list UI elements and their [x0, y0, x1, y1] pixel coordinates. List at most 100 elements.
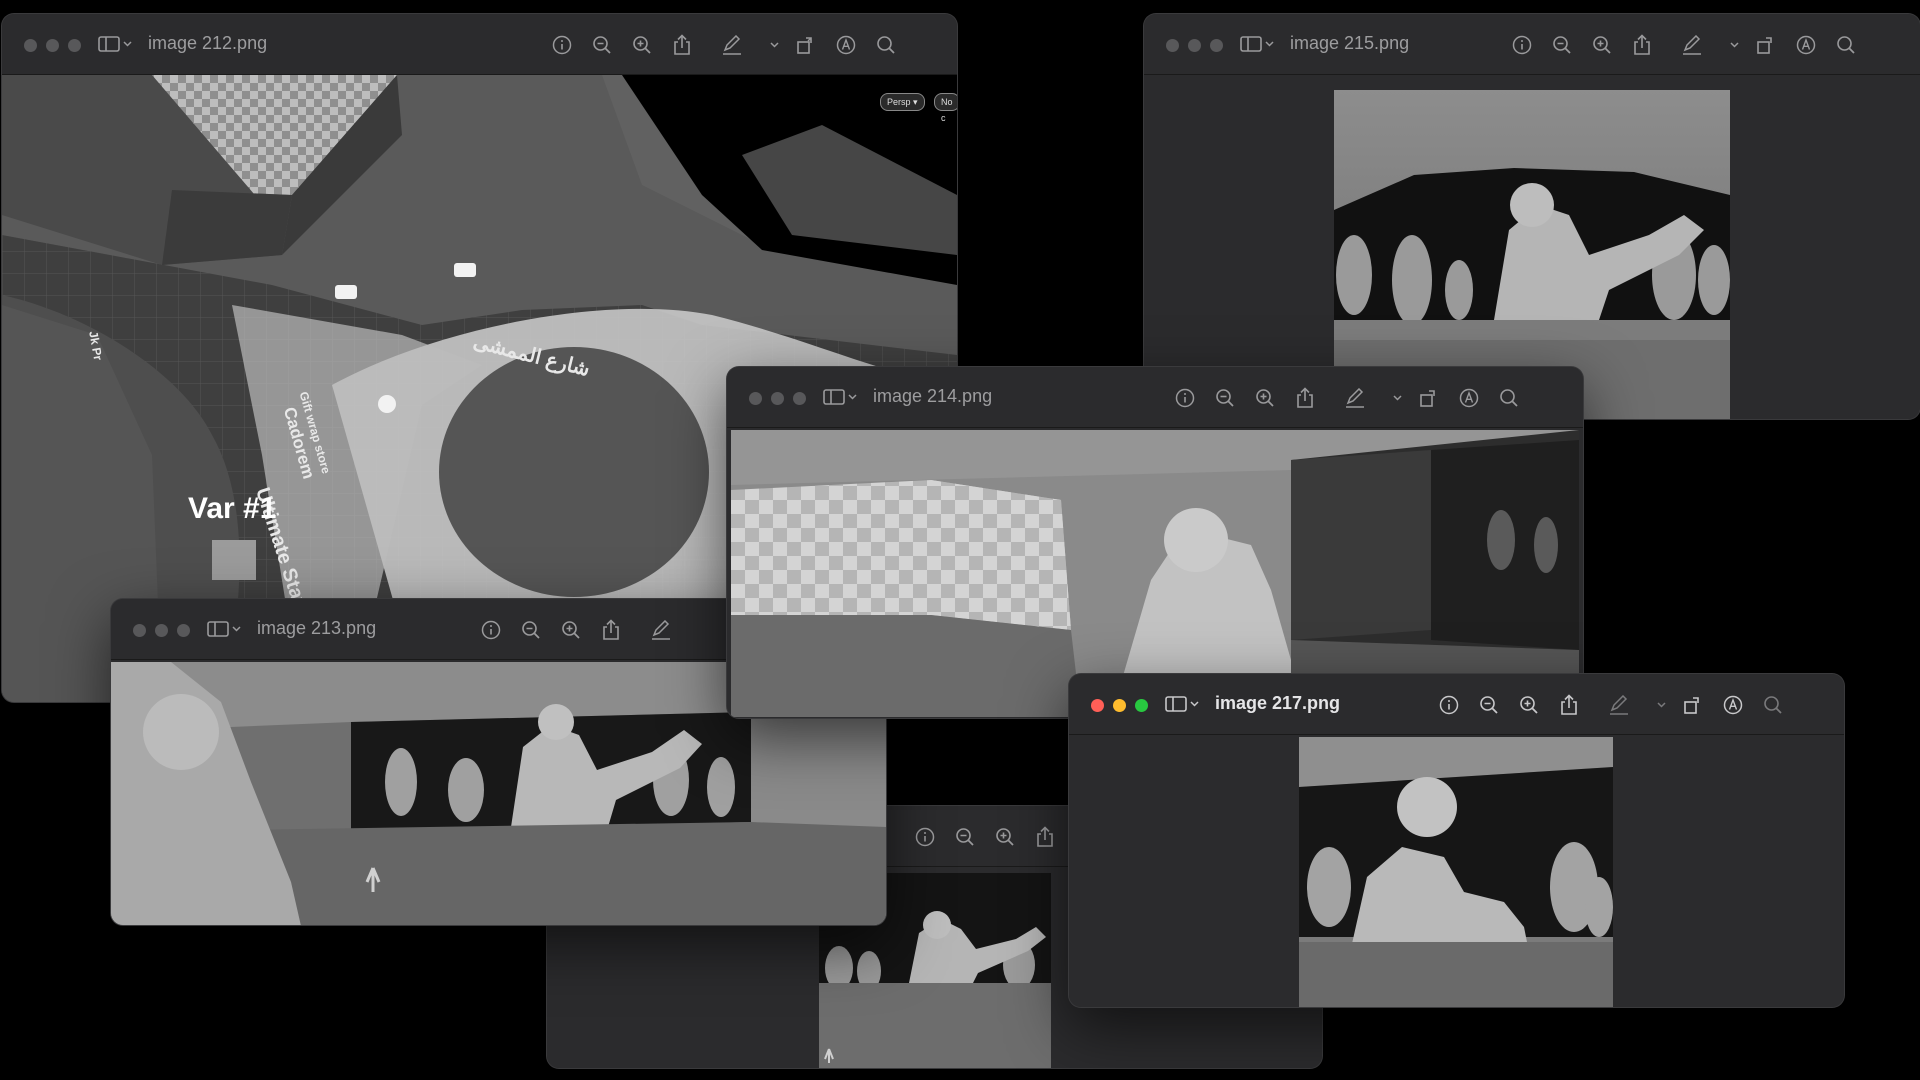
- render-image: [1299, 737, 1613, 1007]
- minimize-button[interactable]: [46, 39, 59, 52]
- titlebar[interactable]: image 215.png: [1144, 14, 1920, 75]
- close-button[interactable]: [1091, 699, 1104, 712]
- chevron-down-icon: [232, 626, 241, 632]
- zoom-button[interactable]: [68, 39, 81, 52]
- zoom-button[interactable]: [177, 624, 190, 637]
- variant-swatch: [212, 540, 256, 580]
- sidebar-toggle-button[interactable]: [823, 389, 857, 405]
- search-icon[interactable]: [1489, 387, 1529, 409]
- rotate-icon[interactable]: [1409, 387, 1449, 409]
- zoom-in-icon[interactable]: [551, 619, 591, 641]
- toolbar: [471, 619, 691, 641]
- zoom-out-icon[interactable]: [1469, 694, 1509, 716]
- zoom-out-icon[interactable]: [511, 619, 551, 641]
- traffic-lights: [1091, 699, 1148, 712]
- share-icon[interactable]: [662, 34, 702, 56]
- toolbar: [542, 34, 906, 56]
- zoom-in-icon[interactable]: [985, 826, 1025, 848]
- toolbar: [1429, 694, 1793, 716]
- sidebar-toggle-button[interactable]: [1165, 696, 1199, 712]
- annotate-icon[interactable]: [1786, 34, 1826, 56]
- markup-icon[interactable]: [1589, 694, 1649, 716]
- zoom-out-icon[interactable]: [945, 826, 985, 848]
- markup-icon[interactable]: [702, 34, 762, 56]
- persp-badge[interactable]: Persp ▾: [880, 93, 925, 111]
- toolbar: [1502, 34, 1866, 56]
- markup-icon[interactable]: [631, 619, 691, 641]
- minimize-button[interactable]: [771, 392, 784, 405]
- share-icon[interactable]: [1622, 34, 1662, 56]
- window-image-214[interactable]: image 214.png: [727, 367, 1583, 718]
- rotate-icon[interactable]: [786, 34, 826, 56]
- zoom-in-icon[interactable]: [622, 34, 662, 56]
- zoom-out-icon[interactable]: [582, 34, 622, 56]
- close-button[interactable]: [749, 392, 762, 405]
- minimize-button[interactable]: [1113, 699, 1126, 712]
- zoom-in-icon[interactable]: [1245, 387, 1285, 409]
- sidebar-icon: [98, 36, 120, 52]
- info-icon[interactable]: [1429, 694, 1469, 716]
- zoom-in-icon[interactable]: [1582, 34, 1622, 56]
- search-icon[interactable]: [1826, 34, 1866, 56]
- info-icon[interactable]: [542, 34, 582, 56]
- sidebar-toggle-button[interactable]: [207, 621, 241, 637]
- annotate-icon[interactable]: [1713, 694, 1753, 716]
- info-icon[interactable]: [471, 619, 511, 641]
- variant-label: Var #1: [188, 492, 277, 525]
- markup-icon[interactable]: [1662, 34, 1722, 56]
- chevron-down-icon: [848, 394, 857, 400]
- sidebar-icon: [823, 389, 845, 405]
- traffic-lights: [749, 392, 806, 405]
- chevron-down-icon: [123, 41, 132, 47]
- info-icon[interactable]: [1165, 387, 1205, 409]
- close-button[interactable]: [24, 39, 37, 52]
- annotate-icon[interactable]: [826, 34, 866, 56]
- share-icon[interactable]: [1549, 694, 1589, 716]
- zoom-out-icon[interactable]: [1542, 34, 1582, 56]
- zoom-out-icon[interactable]: [1205, 387, 1245, 409]
- window-title: image 217.png: [1215, 693, 1341, 713]
- traffic-lights: [133, 624, 190, 637]
- window-title: image 215.png: [1290, 33, 1410, 53]
- minimize-button[interactable]: [1188, 39, 1201, 52]
- share-icon[interactable]: [591, 619, 631, 641]
- window-image-217[interactable]: image 217.png: [1069, 674, 1844, 1007]
- annotate-icon[interactable]: [1449, 387, 1489, 409]
- sidebar-icon: [1240, 36, 1262, 52]
- window-title: image 214.png: [873, 386, 993, 406]
- titlebar[interactable]: image 212.png: [2, 14, 957, 75]
- sidebar-icon: [207, 621, 229, 637]
- window-title: image 212.png: [148, 33, 268, 53]
- no-camera-badge[interactable]: No c: [934, 93, 957, 123]
- close-button[interactable]: [133, 624, 146, 637]
- window-image-215[interactable]: image 215.png: [1144, 14, 1920, 419]
- zoom-in-icon[interactable]: [1509, 694, 1549, 716]
- search-icon[interactable]: [866, 34, 906, 56]
- zoom-button[interactable]: [1135, 699, 1148, 712]
- close-button[interactable]: [1166, 39, 1179, 52]
- info-icon[interactable]: [905, 826, 945, 848]
- share-icon[interactable]: [1025, 826, 1065, 848]
- rotate-icon[interactable]: [1673, 694, 1713, 716]
- titlebar[interactable]: image 214.png: [727, 367, 1583, 428]
- zoom-button[interactable]: [793, 392, 806, 405]
- chevron-down-icon[interactable]: [1722, 34, 1746, 56]
- sidebar-toggle-button[interactable]: [1240, 36, 1274, 52]
- toolbar: [905, 826, 1065, 848]
- sidebar-icon: [1165, 696, 1187, 712]
- rotate-icon[interactable]: [1746, 34, 1786, 56]
- info-icon[interactable]: [1502, 34, 1542, 56]
- sidebar-toggle-button[interactable]: [98, 36, 132, 52]
- chevron-down-icon[interactable]: [762, 34, 786, 56]
- zoom-button[interactable]: [1210, 39, 1223, 52]
- chevron-down-icon[interactable]: [1385, 387, 1409, 409]
- chevron-down-icon: [1265, 41, 1274, 47]
- titlebar[interactable]: image 217.png: [1069, 674, 1844, 735]
- search-icon[interactable]: [1753, 694, 1793, 716]
- chevron-down-icon[interactable]: [1649, 694, 1673, 716]
- markup-icon[interactable]: [1325, 387, 1385, 409]
- share-icon[interactable]: [1285, 387, 1325, 409]
- traffic-lights: [24, 39, 81, 52]
- image-content: [1069, 735, 1844, 1007]
- minimize-button[interactable]: [155, 624, 168, 637]
